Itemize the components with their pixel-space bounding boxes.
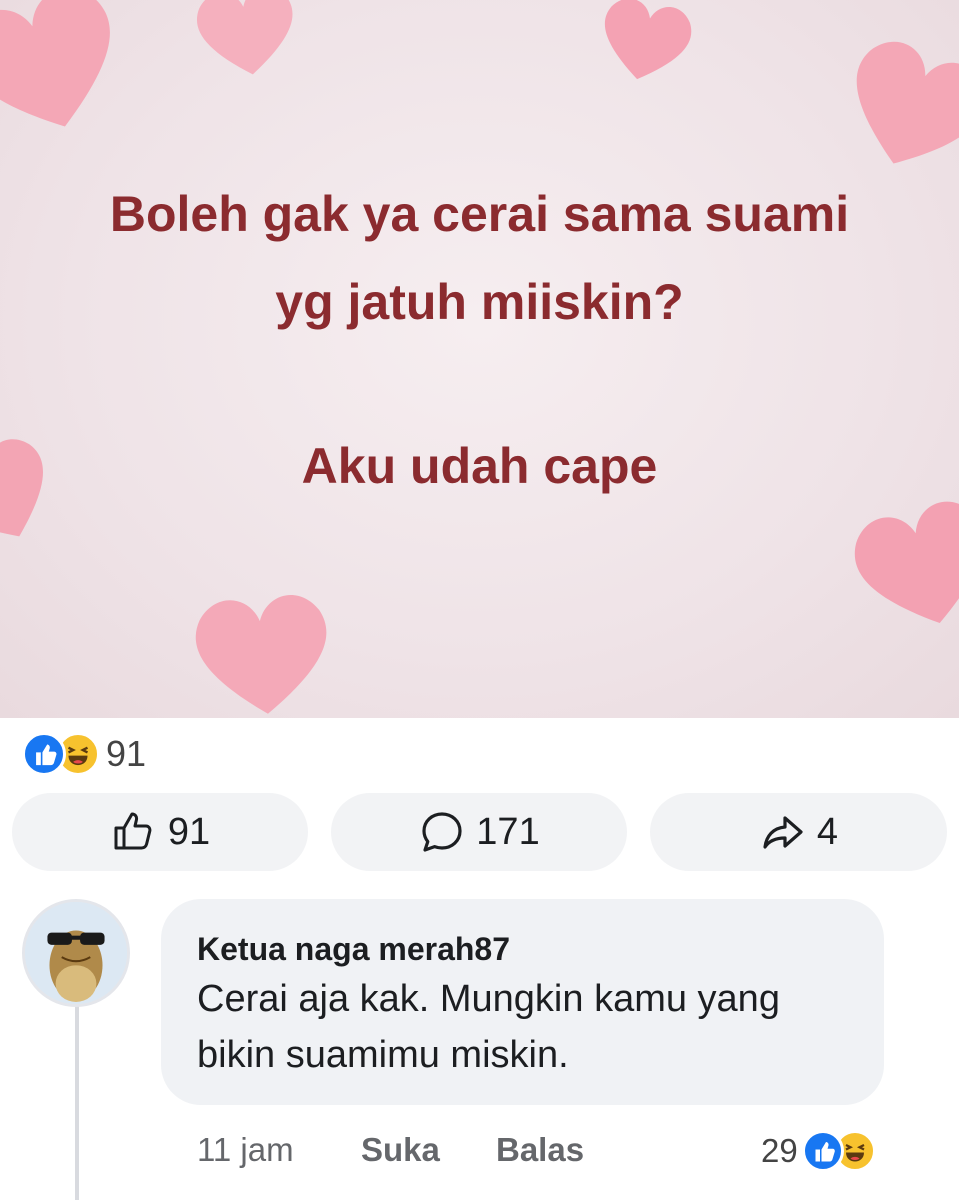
comment-bubble[interactable]: Ketua naga merah87 Cerai aja kak. Mungki… [161,899,884,1105]
share-button[interactable]: 4 [650,793,947,871]
heart-decoration [195,594,327,714]
post-image[interactable]: Boleh gak ya cerai sama suami yg jatuh m… [0,0,959,718]
comment-timestamp[interactable]: 11 jam [197,1128,294,1172]
reaction-count: 91 [106,733,147,774]
comment-reply-button[interactable]: Balas [496,1128,584,1172]
thumbs-up-icon [114,812,152,850]
share-count: 4 [816,810,839,853]
heart-decoration [856,41,959,164]
thread-line [75,1005,79,1200]
post-text-line: yg jatuh miiskin? [275,274,684,330]
comment-icon [422,812,462,852]
avatar[interactable] [22,899,130,1007]
like-count: 91 [167,810,211,853]
comment-reaction-count: 29 [761,1132,798,1169]
comment-author[interactable]: Ketua naga merah87 [197,929,848,969]
like-button[interactable]: 91 [12,793,308,871]
post-text-line: Aku udah cape [301,438,658,494]
comment-button[interactable]: 171 [331,793,627,871]
comment-count: 171 [476,810,540,853]
comment-reactions[interactable]: 29 [761,1127,876,1175]
comment-text: Cerai aja kak. Mungkin kamu yang bikin s… [197,978,780,1076]
like-icon [22,732,66,776]
comment-like-button[interactable]: Suka [361,1128,440,1172]
heart-decoration [196,0,293,75]
share-icon [763,816,803,849]
heart-decoration [0,0,110,127]
heart-decoration [604,0,692,80]
like-icon [801,1130,844,1172]
crocodile-avatar-icon [25,902,127,1004]
reaction-summary[interactable]: 91 [22,731,146,777]
post-text-line: Boleh gak ya cerai sama suami [109,186,850,242]
